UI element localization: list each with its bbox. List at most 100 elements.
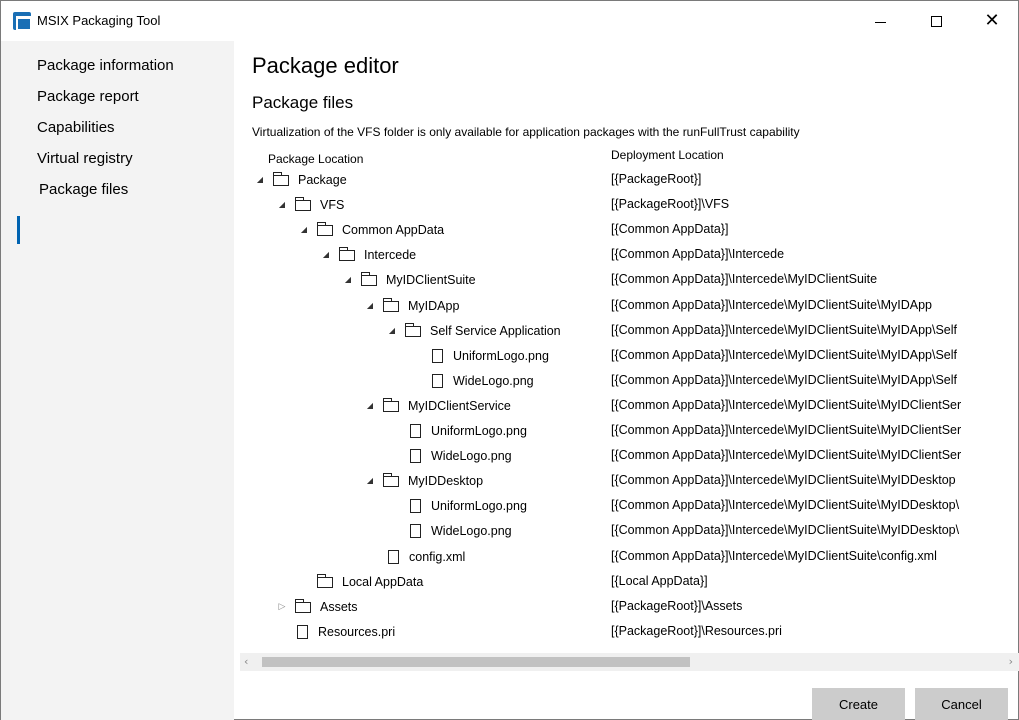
column-header-package-location[interactable]: Package Location	[268, 152, 363, 166]
sidebar-item-package-files[interactable]: Package files	[39, 181, 128, 198]
maximize-icon	[930, 15, 942, 27]
tree-item-label: Assets	[320, 599, 358, 614]
expand-triangle-icon[interactable]: ◢	[297, 223, 311, 237]
deployment-location: [{Common AppData}]\Intercede\MyIDClientS…	[611, 473, 956, 487]
expand-triangle-icon[interactable]: ◢	[363, 399, 377, 413]
minimize-button[interactable]	[857, 1, 903, 41]
tree-row[interactable]: ◢ VFS [{PackageRoot}]\VFS	[234, 192, 1019, 217]
tree-item[interactable]: ◢ MyIDDesktop	[363, 468, 483, 493]
file-icon	[297, 624, 308, 639]
horizontal-scrollbar[interactable]: ‹ ›	[240, 653, 1019, 671]
tree-item[interactable]: ◢ MyIDClientSuite	[341, 267, 476, 292]
tree-item[interactable]: Local AppData	[297, 569, 423, 594]
tree-item[interactable]: ▷ Assets	[275, 594, 358, 619]
tree-row[interactable]: ◢ Intercede [{Common AppData}]\Intercede	[234, 242, 1019, 267]
folder-icon	[295, 598, 311, 613]
tree-item[interactable]: ◢ Self Service Application	[385, 318, 561, 343]
tree-item[interactable]: ◢ Package	[253, 167, 347, 192]
file-icon	[410, 498, 421, 513]
expand-triangle-icon[interactable]: ◢	[341, 273, 355, 287]
tree-row[interactable]: UniformLogo.png [{Common AppData}]\Interc…	[234, 493, 1019, 518]
expand-triangle-icon[interactable]: ◢	[363, 474, 377, 488]
maximize-button[interactable]	[913, 1, 959, 41]
tree-item[interactable]: WideLogo.png	[410, 443, 512, 468]
tree-row[interactable]: ◢ Common AppData [{Common AppData}]	[234, 217, 1019, 242]
tree-row[interactable]: Local AppData [{Local AppData}]	[234, 569, 1019, 594]
close-button[interactable]: ✕	[969, 1, 1015, 41]
tree-item[interactable]: WideLogo.png	[432, 368, 534, 393]
tree-row[interactable]: WideLogo.png [{Common AppData}]\Intercede…	[234, 368, 1019, 393]
scroll-left-icon[interactable]: ‹	[244, 655, 248, 668]
deployment-location: [{Common AppData}]\Intercede\MyIDClientS…	[611, 348, 957, 362]
deployment-location: [{Common AppData}]\Intercede\MyIDClientS…	[611, 498, 960, 512]
app-window: MSIX Packaging Tool ✕ Package informatio…	[0, 0, 1019, 720]
sidebar-item-virtual-registry[interactable]: Virtual registry	[37, 150, 133, 167]
expand-triangle-icon[interactable]: ◢	[253, 173, 267, 187]
folder-icon	[405, 322, 421, 337]
tree-row[interactable]: ▷ Assets [{PackageRoot}]\Assets	[234, 594, 1019, 619]
tree-row[interactable]: ◢ MyIDApp [{Common AppData}]\Intercede\MyI…	[234, 293, 1019, 318]
title-bar: MSIX Packaging Tool ✕	[1, 1, 1018, 41]
tree-row[interactable]: ◢ MyIDDesktop [{Common AppData}]\Intercede…	[234, 468, 1019, 493]
deployment-location: [{Common AppData}]\Intercede\MyIDClientS…	[611, 523, 960, 537]
deployment-location: [{PackageRoot}]\Resources.pri	[611, 624, 782, 638]
file-icon	[388, 549, 399, 564]
deployment-location: [{Common AppData}]\Intercede\MyIDClientS…	[611, 272, 878, 286]
deployment-location: [{PackageRoot}]\VFS	[611, 197, 730, 211]
deployment-location: [{Common AppData}]	[611, 222, 729, 236]
expand-triangle-icon[interactable]: ◢	[385, 324, 399, 338]
tree-row[interactable]: config.xml [{Common AppData}]\Intercede\M…	[234, 544, 1019, 569]
tree-item-label: Common AppData	[342, 222, 445, 237]
tree-row[interactable]: ◢ Self Service Application [{Common AppDat…	[234, 318, 1019, 343]
section-title: Package files	[252, 93, 354, 112]
scrollbar-thumb[interactable]	[262, 657, 690, 667]
tree-item[interactable]: config.xml	[388, 544, 465, 569]
folder-icon	[273, 171, 289, 186]
folder-icon	[383, 297, 399, 312]
expand-triangle-icon[interactable]: ◢	[319, 248, 333, 262]
deployment-location: [{Common AppData}]\Intercede\MyIDClientS…	[611, 549, 937, 563]
tree-item[interactable]: UniformLogo.png	[432, 343, 549, 368]
tree-row[interactable]: WideLogo.png [{Common AppData}]\Intercede…	[234, 518, 1019, 543]
folder-icon	[317, 221, 333, 236]
tree-row[interactable]: ◢ MyIDClientService [{Common AppData}]\Int…	[234, 393, 1019, 418]
tree-row[interactable]: UniformLogo.png [{Common AppData}]\Interc…	[234, 343, 1019, 368]
tree-item[interactable]: ◢ Common AppData	[297, 217, 444, 242]
file-icon	[410, 423, 421, 438]
tree-item-label: WideLogo.png	[431, 448, 512, 463]
tree-item-label: WideLogo.png	[431, 523, 512, 538]
tree-item[interactable]: UniformLogo.png	[410, 418, 527, 443]
collapse-triangle-icon[interactable]: ▷	[275, 600, 289, 614]
deployment-location: [{Common AppData}]\Intercede\MyIDClientS…	[611, 423, 962, 437]
tree-item-label: WideLogo.png	[453, 373, 534, 388]
expand-triangle-icon[interactable]: ◢	[275, 198, 289, 212]
sidebar-item-package-report[interactable]: Package report	[37, 88, 139, 105]
deployment-location: [{Common AppData}]\Intercede\MyIDClientS…	[611, 323, 957, 337]
tree-item[interactable]: ◢ MyIDApp	[363, 293, 459, 318]
create-button[interactable]: Create	[812, 688, 905, 720]
sidebar-item-package-information[interactable]: Package information	[37, 57, 174, 74]
expand-triangle-icon[interactable]: ◢	[363, 299, 377, 313]
tree-item[interactable]: Resources.pri	[297, 619, 395, 644]
tree-row[interactable]: ◢ Package [{PackageRoot}]	[234, 167, 1019, 192]
tree-item[interactable]: WideLogo.png	[410, 518, 512, 543]
tree-item[interactable]: ◢ MyIDClientService	[363, 393, 511, 418]
minimize-icon	[874, 21, 886, 23]
tree-item[interactable]: ◢ Intercede	[319, 242, 416, 267]
tree-row[interactable]: Resources.pri [{PackageRoot}]\Resources.p…	[234, 619, 1019, 644]
tree-item[interactable]: ◢ VFS	[275, 192, 344, 217]
selection-indicator	[17, 216, 20, 244]
tree-item-label: Resources.pri	[318, 624, 396, 639]
sidebar-item-capabilities[interactable]: Capabilities	[37, 119, 115, 136]
tree-item[interactable]: UniformLogo.png	[410, 493, 527, 518]
file-icon	[410, 448, 421, 463]
folder-icon	[339, 246, 355, 261]
tree-row[interactable]: UniformLogo.png [{Common AppData}]\Interc…	[234, 418, 1019, 443]
column-header-deployment-location[interactable]: Deployment Location	[611, 148, 724, 162]
close-icon: ✕	[984, 10, 1000, 31]
tree-row[interactable]: ◢ MyIDClientSuite [{Common AppData}]\Inter…	[234, 267, 1019, 292]
scroll-right-icon[interactable]: ›	[1009, 655, 1013, 668]
tree-row[interactable]: WideLogo.png [{Common AppData}]\Intercede…	[234, 443, 1019, 468]
cancel-button[interactable]: Cancel	[915, 688, 1008, 720]
deployment-location: [{Common AppData}]\Intercede\MyIDClientS…	[611, 398, 962, 412]
